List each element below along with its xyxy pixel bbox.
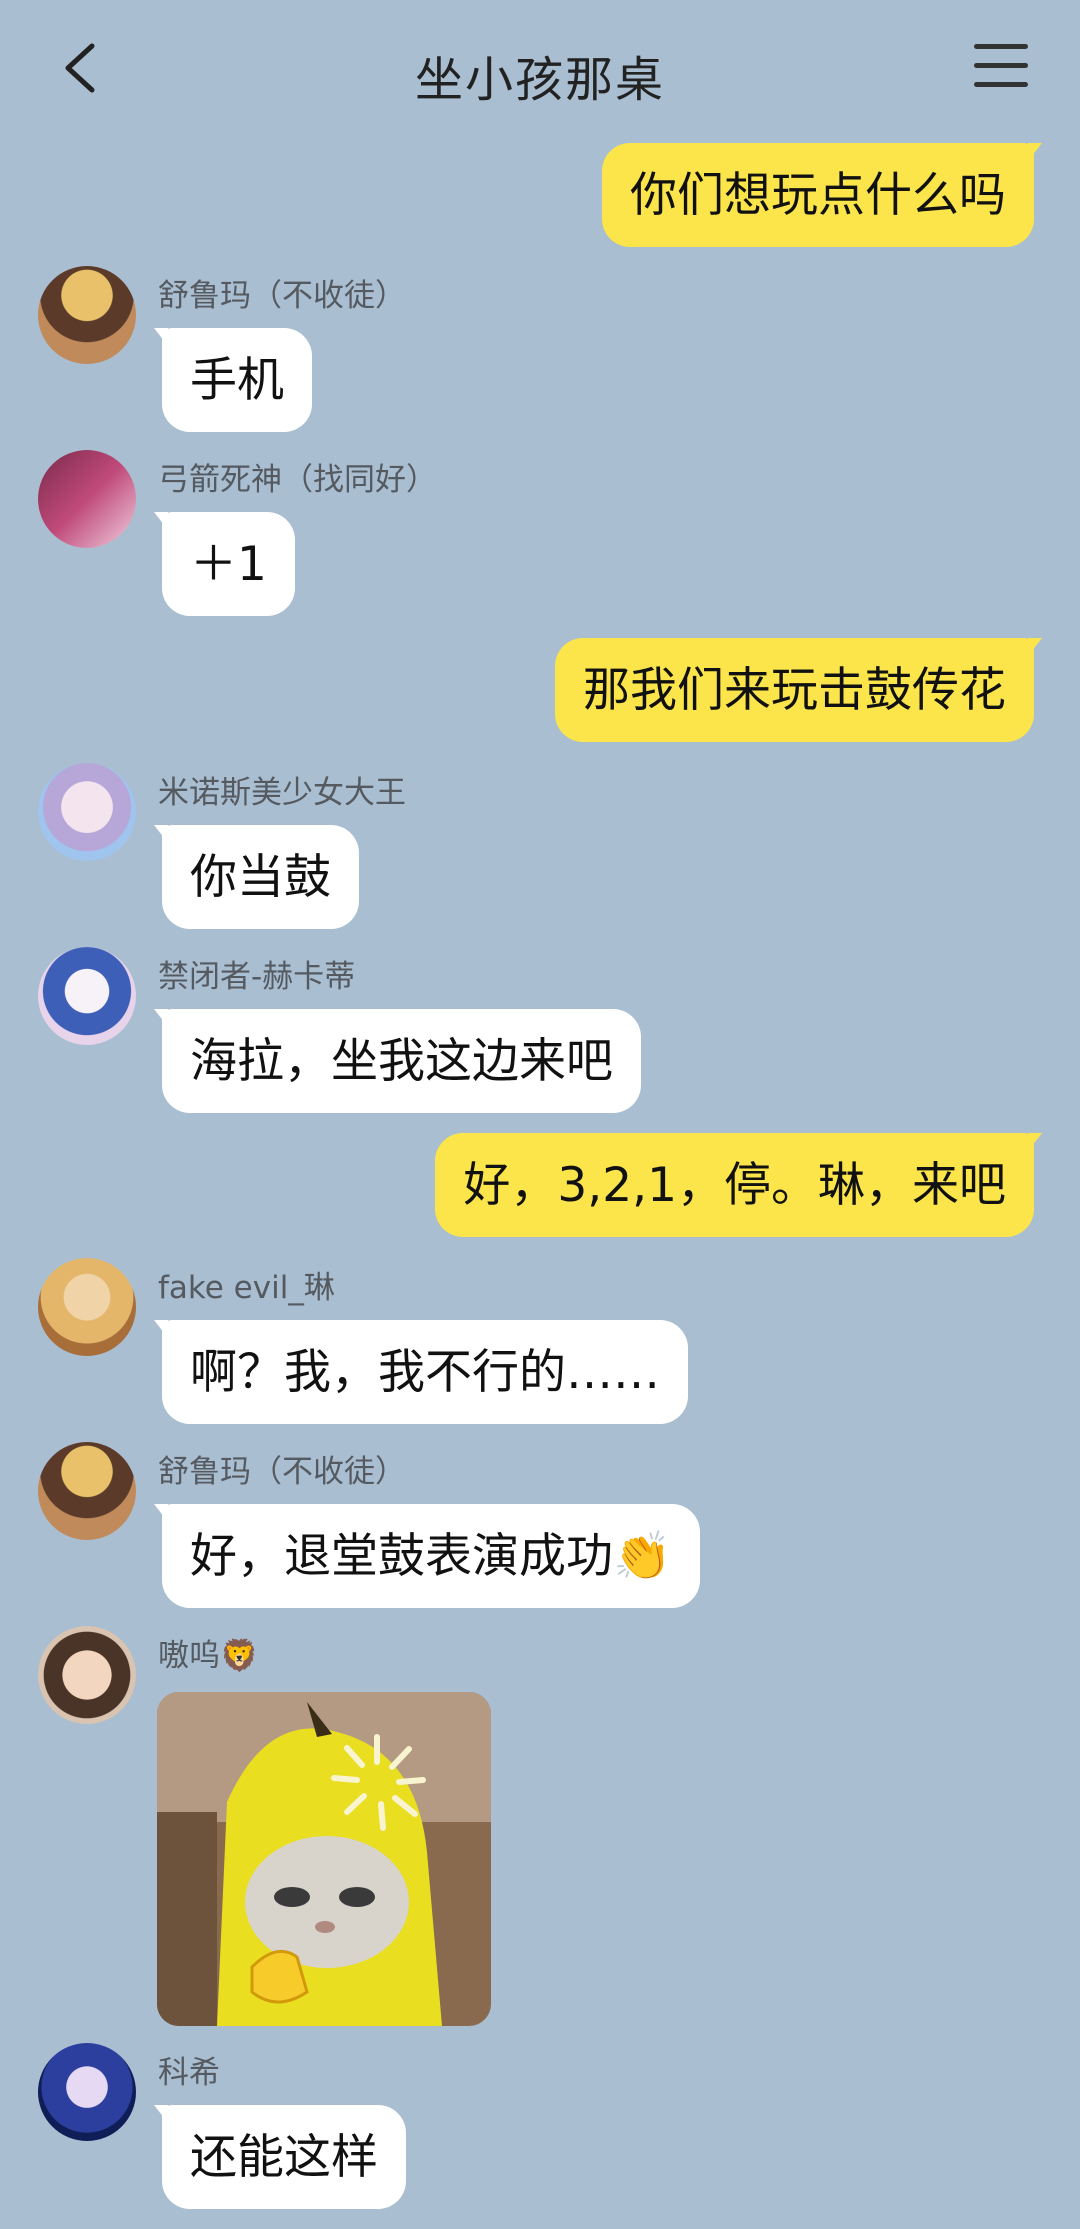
message-bubble[interactable]: 还能这样	[154, 2105, 406, 2209]
chat-header: 坐小孩那桌	[0, 0, 1080, 140]
sender-name: 舒鲁玛（不收徒）	[158, 1454, 406, 1490]
message-bubble[interactable]: 海拉，坐我这边来吧	[154, 1009, 641, 1113]
avatar[interactable]	[38, 1442, 136, 1540]
sender-name: 禁闭者-赫卡蒂	[158, 959, 356, 995]
message-bubble-own[interactable]: 你们想玩点什么吗	[602, 143, 1042, 247]
sender-name: 米诺斯美少女大王	[158, 775, 406, 811]
menu-icon[interactable]	[974, 44, 1028, 94]
sender-name: fake evil_琳	[158, 1270, 335, 1306]
sender-name: 弓箭死神（找同好）	[158, 462, 437, 498]
sender-name: 嗷呜🦁	[158, 1638, 259, 1674]
message-bubble-own[interactable]: 好，3,2,1，停。琳，来吧	[435, 1133, 1042, 1237]
avatar[interactable]	[38, 2043, 136, 2141]
message-bubble[interactable]: 啊？我，我不行的……	[154, 1320, 688, 1424]
chat-title: 坐小孩那桌	[414, 52, 665, 108]
message-bubble[interactable]: 你当鼓	[154, 825, 359, 929]
avatar[interactable]	[38, 1626, 136, 1724]
avatar[interactable]	[38, 947, 136, 1045]
message-bubble[interactable]: 好，退堂鼓表演成功👏	[154, 1504, 700, 1608]
avatar[interactable]	[38, 266, 136, 364]
avatar[interactable]	[38, 1258, 136, 1356]
banana-cat-sticker[interactable]	[157, 1692, 491, 2026]
sender-name: 科希	[158, 2055, 220, 2091]
avatar[interactable]	[38, 450, 136, 548]
message-bubble-own[interactable]: 那我们来玩击鼓传花	[555, 638, 1042, 742]
message-bubble[interactable]: 手机	[154, 328, 312, 432]
avatar[interactable]	[38, 763, 136, 861]
sender-name: 舒鲁玛（不收徒）	[158, 278, 406, 314]
message-bubble[interactable]: ＋1	[154, 512, 295, 616]
